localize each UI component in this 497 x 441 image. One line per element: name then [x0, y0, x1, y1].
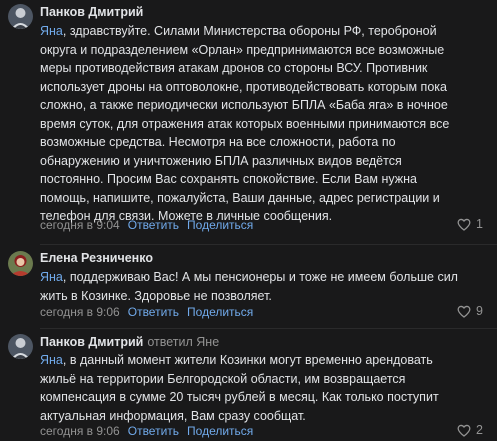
- avatar[interactable]: [8, 334, 33, 359]
- share-button[interactable]: Поделиться: [187, 424, 253, 438]
- reply-to-label[interactable]: ответил Яне: [147, 335, 219, 349]
- avatar[interactable]: [8, 251, 33, 276]
- comment-text: Яна, здравствуйте. Силами Министерства о…: [40, 24, 450, 223]
- like-count: 2: [476, 423, 483, 437]
- divider: [40, 328, 497, 329]
- share-button[interactable]: Поделиться: [187, 218, 253, 232]
- comment-meta: сегодня в 9:04 Ответить Поделиться: [40, 218, 253, 232]
- mention-link[interactable]: Яна: [40, 353, 63, 367]
- share-button[interactable]: Поделиться: [187, 305, 253, 319]
- like-button[interactable]: 9: [457, 304, 483, 318]
- like-count: 9: [476, 304, 483, 318]
- comment-meta: сегодня в 9:06 Ответить Поделиться: [40, 424, 253, 438]
- comment-time[interactable]: сегодня в 9:06: [40, 424, 120, 438]
- like-count: 1: [476, 217, 483, 231]
- comment-author[interactable]: Елена Резниченко: [40, 251, 153, 265]
- comment-meta: сегодня в 9:06 Ответить Поделиться: [40, 305, 253, 319]
- reply-button[interactable]: Ответить: [128, 305, 179, 319]
- comment-text: Яна, в данный момент жители Козинки могу…: [40, 353, 439, 423]
- heart-icon: [457, 424, 471, 437]
- reply-button[interactable]: Ответить: [128, 424, 179, 438]
- divider: [40, 244, 497, 245]
- mention-link[interactable]: Яна: [40, 270, 63, 284]
- reply-button[interactable]: Ответить: [128, 218, 179, 232]
- like-button[interactable]: 2: [457, 423, 483, 437]
- avatar[interactable]: [8, 4, 33, 29]
- heart-icon: [457, 218, 471, 231]
- comment-author[interactable]: Панков Дмитрий: [40, 5, 143, 19]
- comment-time[interactable]: сегодня в 9:04: [40, 218, 120, 232]
- comment-author[interactable]: Панков Дмитрий ответил Яне: [40, 335, 219, 349]
- comment-time[interactable]: сегодня в 9:06: [40, 305, 120, 319]
- like-button[interactable]: 1: [457, 217, 483, 231]
- comment-text: Яна, поддерживаю Вас! А мы пенсионеры и …: [40, 270, 458, 303]
- mention-link[interactable]: Яна: [40, 24, 63, 38]
- heart-icon: [457, 305, 471, 318]
